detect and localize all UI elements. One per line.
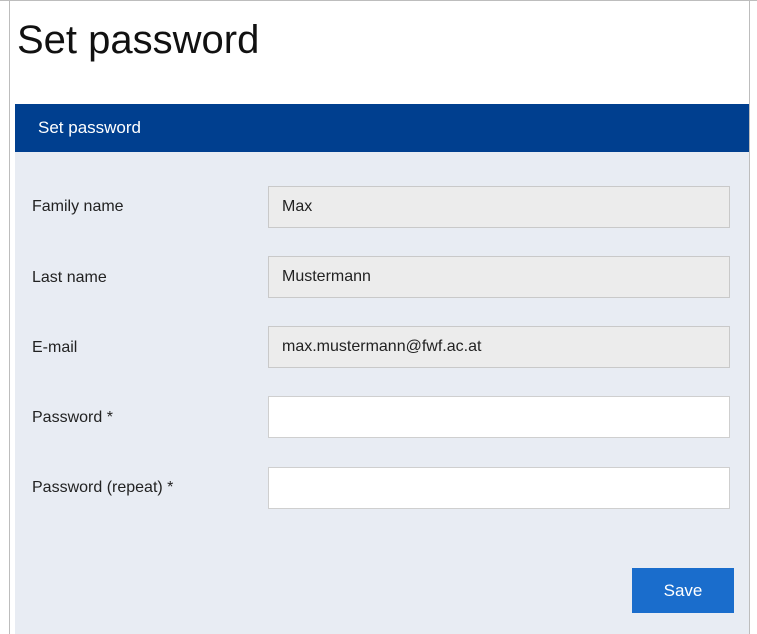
password-label: Password *	[32, 409, 113, 426]
password-repeat-label: Password (repeat) *	[32, 479, 174, 496]
family-name-label: Family name	[32, 198, 124, 215]
set-password-page: Set password Set password Family name La…	[0, 0, 757, 634]
page-title: Set password	[17, 18, 260, 62]
set-password-panel: Set password Family name Last name E-mai…	[15, 104, 749, 634]
last-name-label: Last name	[32, 269, 107, 286]
last-name-field[interactable]	[268, 256, 730, 298]
frame-left-border	[9, 0, 10, 634]
password-field[interactable]	[268, 396, 730, 438]
save-button[interactable]: Save	[632, 568, 734, 613]
password-repeat-field[interactable]	[268, 467, 730, 509]
frame-top-border	[0, 0, 757, 1]
frame-right-border	[749, 0, 750, 634]
email-field[interactable]	[268, 326, 730, 368]
panel-header: Set password	[15, 104, 749, 152]
panel-header-title: Set password	[38, 118, 141, 137]
family-name-field[interactable]	[268, 186, 730, 228]
email-label: E-mail	[32, 339, 78, 356]
